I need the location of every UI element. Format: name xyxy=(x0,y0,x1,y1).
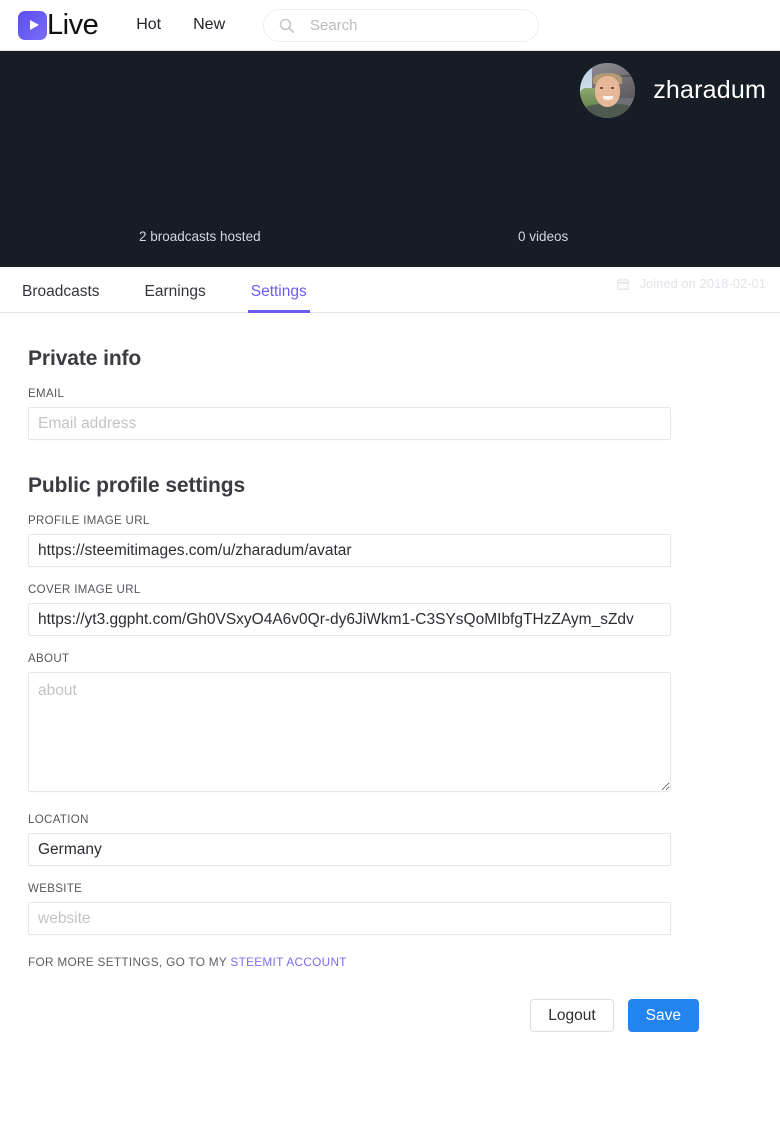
tab-settings[interactable]: Settings xyxy=(247,283,310,313)
email-label: EMAIL xyxy=(28,388,65,400)
profile-image-url-field[interactable] xyxy=(28,534,671,567)
about-field[interactable] xyxy=(28,672,671,792)
field-email: EMAIL xyxy=(28,388,780,440)
search-bar[interactable] xyxy=(263,9,539,42)
joined-date: Joined on 2018-02-01 xyxy=(616,276,767,291)
email-field[interactable] xyxy=(28,407,671,440)
joined-date-label: Joined on 2018-02-01 xyxy=(639,276,767,291)
nav-link-new[interactable]: New xyxy=(193,17,225,33)
dlive-logo[interactable]: Live xyxy=(18,8,99,41)
play-triangle-icon xyxy=(18,10,47,40)
form-actions: Logout Save xyxy=(28,999,699,1032)
avatar[interactable] xyxy=(580,63,636,118)
stat-videos: 0 videos xyxy=(518,229,569,244)
more-settings-text: FOR MORE SETTINGS, GO TO MY xyxy=(28,955,231,969)
top-navbar: Live Hot New xyxy=(0,0,780,51)
website-label: WEBSITE xyxy=(28,883,83,895)
tab-broadcasts[interactable]: Broadcasts xyxy=(19,283,103,314)
profile-identity: zharadum xyxy=(580,63,772,118)
field-location: LOCATION xyxy=(28,814,780,866)
private-info-heading: Private info xyxy=(28,347,142,370)
save-button[interactable]: Save xyxy=(627,999,699,1032)
profile-header: zharadum 2 broadcasts hosted 0 videos Jo… xyxy=(0,51,780,291)
field-cover-image-url: COVER IMAGE URL xyxy=(28,584,780,636)
about-label: ABOUT xyxy=(28,653,70,665)
stat-broadcasts: 2 broadcasts hosted xyxy=(139,229,261,244)
cover-image-url-label: COVER IMAGE URL xyxy=(28,584,141,596)
profile-image-url-label: PROFILE IMAGE URL xyxy=(28,515,150,527)
search-icon xyxy=(278,17,295,34)
nav-link-hot[interactable]: Hot xyxy=(136,17,161,33)
profile-username: zharadum xyxy=(653,76,766,104)
steemit-account-link[interactable]: STEEMIT ACCOUNT xyxy=(230,955,346,969)
settings-panel: Private info EMAIL Public profile settin… xyxy=(0,347,780,1032)
website-field[interactable] xyxy=(28,902,671,935)
location-field[interactable] xyxy=(28,833,671,866)
field-website: WEBSITE xyxy=(28,883,780,935)
logout-button[interactable]: Logout xyxy=(530,999,614,1032)
search-input[interactable] xyxy=(308,16,518,35)
location-label: LOCATION xyxy=(28,814,89,826)
public-profile-heading: Public profile settings xyxy=(28,474,246,497)
cover-image-url-field[interactable] xyxy=(28,603,671,636)
field-profile-image-url: PROFILE IMAGE URL xyxy=(28,515,780,567)
tab-earnings[interactable]: Earnings xyxy=(142,283,209,314)
more-settings-note: FOR MORE SETTINGS, GO TO MY STEEMIT ACCO… xyxy=(28,955,780,969)
calendar-icon xyxy=(616,277,630,291)
logo-text: Live xyxy=(47,8,99,41)
field-about: ABOUT xyxy=(28,653,780,797)
